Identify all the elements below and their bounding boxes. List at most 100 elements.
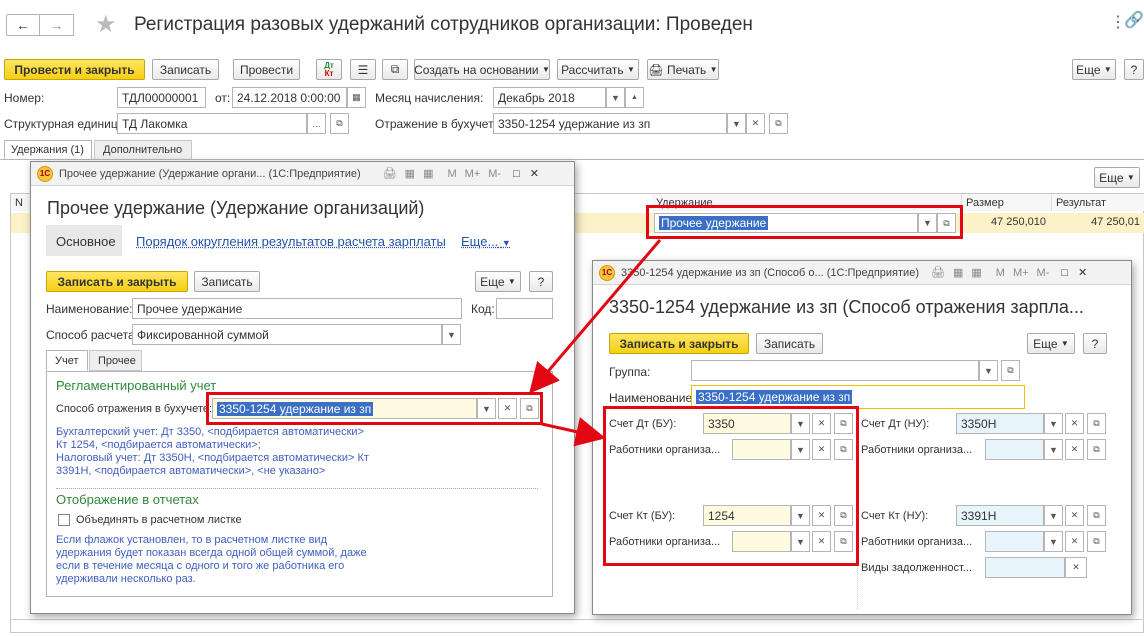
memory-m-icon[interactable]: M	[996, 267, 1005, 279]
kt-nu-label: Счет Кт (НУ):	[861, 510, 929, 522]
tab-other[interactable]: Прочее	[89, 350, 142, 371]
open-icon[interactable]: ⧉	[1001, 360, 1020, 381]
print-button[interactable]: 🖨 Печать ▼	[647, 59, 719, 80]
combine-checkbox-label[interactable]: Объединять в расчетном листке	[76, 514, 242, 526]
memory-mminus-icon[interactable]: M-	[488, 168, 501, 180]
help-button[interactable]: ?	[1083, 333, 1107, 354]
print-label: Печать	[667, 62, 707, 77]
spinner-icon[interactable]: ▲	[625, 87, 644, 108]
unit-label: Структурная единица:	[4, 117, 128, 131]
kt-nu-workers-field[interactable]	[985, 531, 1044, 552]
calculate-button[interactable]: Рассчитать ▼	[557, 59, 639, 80]
calendar-icon[interactable]: ▦	[347, 87, 366, 108]
favorite-star-icon[interactable]: ★	[95, 10, 117, 39]
chevron-down-icon[interactable]: ▼	[442, 324, 461, 345]
help-button[interactable]: ?	[1124, 59, 1144, 80]
clear-icon[interactable]: ✕	[1065, 439, 1084, 460]
table-more-button[interactable]: Еще ▼	[1094, 167, 1140, 188]
tab-deductions[interactable]: Удержания (1)	[4, 140, 92, 159]
debt-types-field[interactable]	[985, 557, 1065, 578]
maximize-icon[interactable]: □	[513, 168, 520, 180]
open-icon[interactable]: ⧉	[769, 113, 788, 134]
close-icon[interactable]: ✕	[530, 167, 539, 180]
maximize-icon[interactable]: □	[1061, 267, 1068, 279]
clear-icon[interactable]: ✕	[1065, 531, 1084, 552]
table-more-label: Еще	[1099, 170, 1124, 185]
post-button[interactable]: Провести	[233, 59, 300, 80]
tab-accounting[interactable]: Учет	[46, 350, 88, 371]
write-button[interactable]: Записать	[152, 59, 219, 80]
clear-icon[interactable]: ✕	[746, 113, 765, 134]
memory-m-icon[interactable]: M	[447, 168, 456, 180]
structure-icon[interactable]: ⧉	[382, 59, 408, 80]
post-and-close-button[interactable]: Провести и закрыть	[4, 59, 145, 80]
chevron-down-icon[interactable]: ▼	[1044, 531, 1063, 552]
dt-nu-field[interactable]: 3350Н	[956, 413, 1044, 434]
nav-more-link[interactable]: Еще... ▼	[461, 234, 511, 249]
print-icon[interactable]: 🖨	[931, 266, 945, 279]
chevron-down-icon[interactable]: ▼	[606, 87, 625, 108]
more-button[interactable]: Еще ▼	[1027, 333, 1075, 354]
clear-icon[interactable]: ✕	[1065, 557, 1087, 578]
memory-mplus-icon[interactable]: M+	[465, 168, 481, 180]
save-button[interactable]: Записать	[756, 333, 823, 354]
tab-additional[interactable]: Дополнительно	[94, 140, 192, 159]
calendar-icon[interactable]: ▦	[971, 266, 981, 279]
memory-mplus-icon[interactable]: M+	[1013, 267, 1029, 279]
form-title: Прочее удержание (Удержание организаций)	[47, 198, 425, 218]
reflection-method-window: 1С 3350-1254 удержание из зп (Способ о..…	[592, 260, 1132, 615]
chevron-down-icon[interactable]: ▼	[1044, 413, 1063, 434]
open-icon[interactable]: ⧉	[1087, 531, 1106, 552]
more-label: Еще	[1076, 62, 1101, 77]
nav-main[interactable]: Основное	[46, 225, 122, 256]
chevron-down-icon: ▼	[1103, 65, 1112, 74]
reflection-field[interactable]: 3350-1254 удержание из зп	[493, 113, 727, 134]
section-report-display: Отображение в отчетах	[56, 492, 199, 507]
chevron-down-icon[interactable]: ▼	[727, 113, 746, 134]
printer-icon: 🖨	[648, 62, 664, 77]
month-field[interactable]: Декабрь 2018	[493, 87, 606, 108]
nav-back-button[interactable]: ←	[6, 14, 40, 36]
nav-rounding-link[interactable]: Порядок округления результатов расчета з…	[136, 234, 446, 249]
save-button[interactable]: Записать	[194, 271, 260, 292]
more-button[interactable]: Еще ▼	[1072, 59, 1116, 80]
document-list-icon[interactable]: ☰	[350, 59, 376, 80]
chevron-down-icon[interactable]: ▼	[979, 360, 998, 381]
help-button[interactable]: ?	[529, 271, 553, 292]
more-button[interactable]: Еще ▼	[475, 271, 521, 292]
hint-line-4: удерживали несколько раз.	[56, 573, 196, 585]
calculate-label: Рассчитать	[561, 62, 624, 77]
group-field[interactable]	[691, 360, 979, 381]
number-field[interactable]: ТДЛ00000001	[117, 87, 206, 108]
kt-nu-field[interactable]: 3391Н	[956, 505, 1044, 526]
dt-kt-button[interactable]: Дт Кт	[316, 59, 342, 80]
link-icon[interactable]: 🔗	[1124, 10, 1144, 30]
calendar-icon[interactable]: ▦	[423, 167, 433, 180]
name-field[interactable]: Прочее удержание	[132, 298, 462, 319]
memory-mminus-icon[interactable]: M-	[1037, 267, 1050, 279]
open-icon[interactable]: ⧉	[1087, 505, 1106, 526]
close-icon[interactable]: ✕	[1078, 266, 1087, 279]
table-icon[interactable]: ▦	[953, 266, 963, 279]
save-and-close-button[interactable]: Записать и закрыть	[46, 271, 188, 292]
create-based-on-button[interactable]: Создать на основании ▼	[414, 59, 550, 80]
date-field[interactable]: 24.12.2018 0:00:00	[232, 87, 347, 108]
code-field[interactable]	[496, 298, 553, 319]
select-ellipsis-button[interactable]: …	[307, 113, 326, 134]
dt-nu-workers-field[interactable]	[985, 439, 1044, 460]
save-and-close-button[interactable]: Записать и закрыть	[609, 333, 749, 354]
table-icon[interactable]: ▦	[405, 167, 415, 180]
unit-field[interactable]: ТД Лакомка	[117, 113, 307, 134]
open-icon[interactable]: ⧉	[1087, 439, 1106, 460]
clear-icon[interactable]: ✕	[1065, 413, 1084, 434]
open-icon[interactable]: ⧉	[1087, 413, 1106, 434]
combine-checkbox[interactable]	[58, 514, 70, 526]
nav-forward-button[interactable]: →	[40, 14, 74, 36]
open-icon[interactable]: ⧉	[330, 113, 349, 134]
accounting-note: Бухгалтерский учет: Дт 3350, <подбираетс…	[56, 426, 386, 478]
calc-field[interactable]: Фиксированной суммой	[132, 324, 442, 345]
chevron-down-icon[interactable]: ▼	[1044, 439, 1063, 460]
chevron-down-icon[interactable]: ▼	[1044, 505, 1063, 526]
print-icon[interactable]: 🖨	[383, 167, 397, 180]
clear-icon[interactable]: ✕	[1065, 505, 1084, 526]
